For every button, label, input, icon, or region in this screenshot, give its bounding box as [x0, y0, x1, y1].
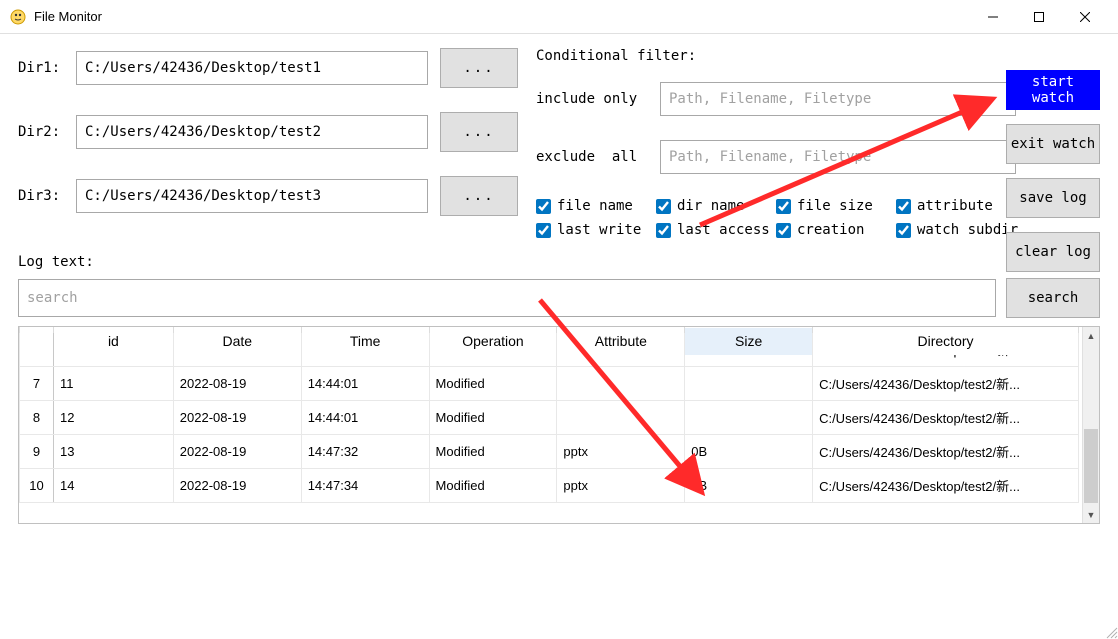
exit-watch-button[interactable]: exit watch	[1006, 124, 1100, 164]
cell-time: 14:47:34	[301, 469, 429, 503]
dir3-browse-button[interactable]: ...	[440, 176, 518, 216]
log-table[interactable]: id Date Time Operation Attribute Size Di…	[18, 326, 1100, 524]
start-watch-button[interactable]: start watch	[1006, 70, 1100, 110]
col-date[interactable]: Date	[173, 327, 301, 355]
cell-time: 14:44:01	[301, 401, 429, 435]
dir2-label: Dir2:	[18, 124, 76, 140]
cell-size	[685, 401, 813, 435]
maximize-button[interactable]	[1016, 2, 1062, 32]
cell-rownum: 10	[20, 469, 54, 503]
check-creation[interactable]: creation	[776, 222, 896, 238]
col-operation[interactable]: Operation	[429, 327, 557, 355]
dir3-label: Dir3:	[18, 188, 76, 204]
search-button[interactable]: search	[1006, 278, 1100, 318]
filter-header: Conditional filter:	[536, 48, 1016, 64]
cell-date: 2022-08-19	[173, 469, 301, 503]
cell-attribute	[557, 367, 685, 401]
col-attribute[interactable]: Attribute	[557, 327, 685, 355]
cell-size	[685, 367, 813, 401]
cell-date: 2022-08-19	[173, 367, 301, 401]
table-row[interactable]: 8122022-08-1914:44:01Modified C:/Users/42…	[20, 401, 1079, 435]
cell-size: 0B	[685, 469, 813, 503]
scrollbar-thumb[interactable]	[1084, 429, 1098, 503]
dir1-label: Dir1:	[18, 60, 76, 76]
table-row[interactable]: 10142022-08-1914:47:34Modifiedpptx0BC:/U…	[20, 469, 1079, 503]
scroll-up-arrow[interactable]: ▲	[1083, 327, 1099, 344]
cell-date: 2022-08-19	[173, 435, 301, 469]
minimize-button[interactable]	[970, 2, 1016, 32]
resize-grip-icon[interactable]	[1102, 623, 1118, 639]
dir3-input[interactable]	[76, 179, 428, 213]
table-row[interactable]: 7112022-08-1914:44:01Modified C:/Users/42…	[20, 367, 1079, 401]
dir1-input[interactable]	[76, 51, 428, 85]
save-log-button[interactable]: save log	[1006, 178, 1100, 218]
clear-log-button[interactable]: clear log	[1006, 232, 1100, 272]
col-rownum[interactable]	[20, 327, 54, 355]
check-last-write[interactable]: last write	[536, 222, 656, 238]
cell-date: 2022-08-19	[173, 401, 301, 435]
cell-attribute: pptx	[557, 435, 685, 469]
cell-directory: C:/Users/42436/Desktop/test2/新...	[813, 367, 1079, 401]
cell-directory: C:/Users/42436/Desktop/test2/新...	[813, 401, 1079, 435]
cell-id: 12	[53, 401, 173, 435]
cell-operation: Modified	[429, 435, 557, 469]
col-time[interactable]: Time	[301, 327, 429, 355]
dir1-browse-button[interactable]: ...	[440, 48, 518, 88]
col-id[interactable]: id	[53, 327, 173, 355]
cell-operation: Modified	[429, 401, 557, 435]
scroll-down-arrow[interactable]: ▼	[1083, 506, 1099, 523]
cell-id: 14	[53, 469, 173, 503]
cell-time: 14:47:32	[301, 435, 429, 469]
log-text-label: Log text:	[18, 254, 1100, 270]
cell-attribute	[557, 401, 685, 435]
cell-rownum: 9	[20, 435, 54, 469]
cell-time: 14:44:01	[301, 367, 429, 401]
search-input[interactable]	[18, 279, 996, 317]
exclude-label: exclude all	[536, 149, 660, 165]
check-last-access[interactable]: last access	[656, 222, 776, 238]
include-label: include only	[536, 91, 660, 107]
check-dir-name[interactable]: dir name	[656, 198, 776, 214]
exclude-input[interactable]	[660, 140, 1016, 174]
cell-operation: Modified	[429, 367, 557, 401]
dir2-input[interactable]	[76, 115, 428, 149]
cell-id: 13	[53, 435, 173, 469]
table-row[interactable]: 9132022-08-1914:47:32Modifiedpptx0BC:/Us…	[20, 435, 1079, 469]
scrollbar-track[interactable]	[1083, 344, 1099, 506]
close-button[interactable]	[1062, 2, 1108, 32]
dir2-browse-button[interactable]: ...	[440, 112, 518, 152]
cell-operation: Modified	[429, 469, 557, 503]
check-file-size[interactable]: file size	[776, 198, 896, 214]
cell-id: 11	[53, 367, 173, 401]
cell-directory: C:/Users/42436/Desktop/test2/新...	[813, 435, 1079, 469]
col-size[interactable]: Size	[685, 327, 813, 355]
col-directory[interactable]: Directory	[813, 327, 1079, 355]
cell-rownum: 8	[20, 401, 54, 435]
check-file-name[interactable]: file name	[536, 198, 656, 214]
cell-rownum: 7	[20, 367, 54, 401]
cell-directory: C:/Users/42436/Desktop/test2/新...	[813, 469, 1079, 503]
app-icon	[10, 9, 26, 25]
cell-size: 0B	[685, 435, 813, 469]
include-input[interactable]	[660, 82, 1016, 116]
cell-attribute: pptx	[557, 469, 685, 503]
window-title: File Monitor	[34, 9, 970, 24]
